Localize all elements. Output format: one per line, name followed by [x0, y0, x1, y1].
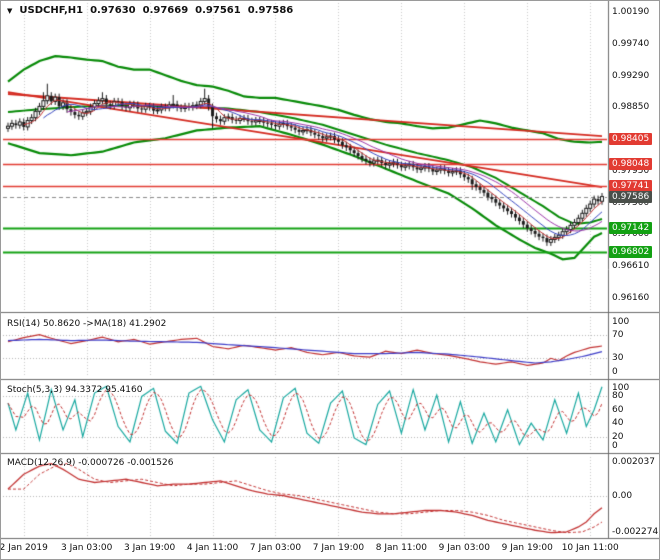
stoch-indicator-label: Stoch(5,3,3) 94.3372 95.4160	[7, 385, 143, 395]
chart-header: ▼ USDCHF,H1 0.97630 0.97669 0.97561 0.97…	[7, 5, 293, 16]
price-low: 0.97561	[195, 5, 241, 16]
support-level-badge[interactable]: 0.96802	[609, 246, 653, 259]
symbol-timeframe-label: USDCHF,H1	[19, 5, 84, 16]
resistance-level-badge[interactable]: 0.98405	[609, 132, 653, 145]
chart-canvas[interactable]	[1, 1, 659, 559]
price-high: 0.97669	[142, 5, 189, 16]
macd-indicator-label: MACD(12,26,9) -0.000726 -0.001526	[7, 458, 174, 468]
price-close: 0.97586	[247, 5, 294, 16]
resistance-level-badge[interactable]: 0.98048	[609, 157, 653, 170]
current-price-badge: 0.97586	[609, 190, 653, 203]
price-open: 0.97630	[90, 5, 136, 16]
trading-chart-window: ▼ USDCHF,H1 0.97630 0.97669 0.97561 0.97…	[0, 0, 660, 560]
rsi-indicator-label: RSI(14) 50.8620 ->MA(18) 41.2902	[7, 319, 167, 329]
support-level-badge[interactable]: 0.97142	[609, 222, 653, 235]
symbol-menu-icon[interactable]: ▼	[7, 6, 12, 16]
